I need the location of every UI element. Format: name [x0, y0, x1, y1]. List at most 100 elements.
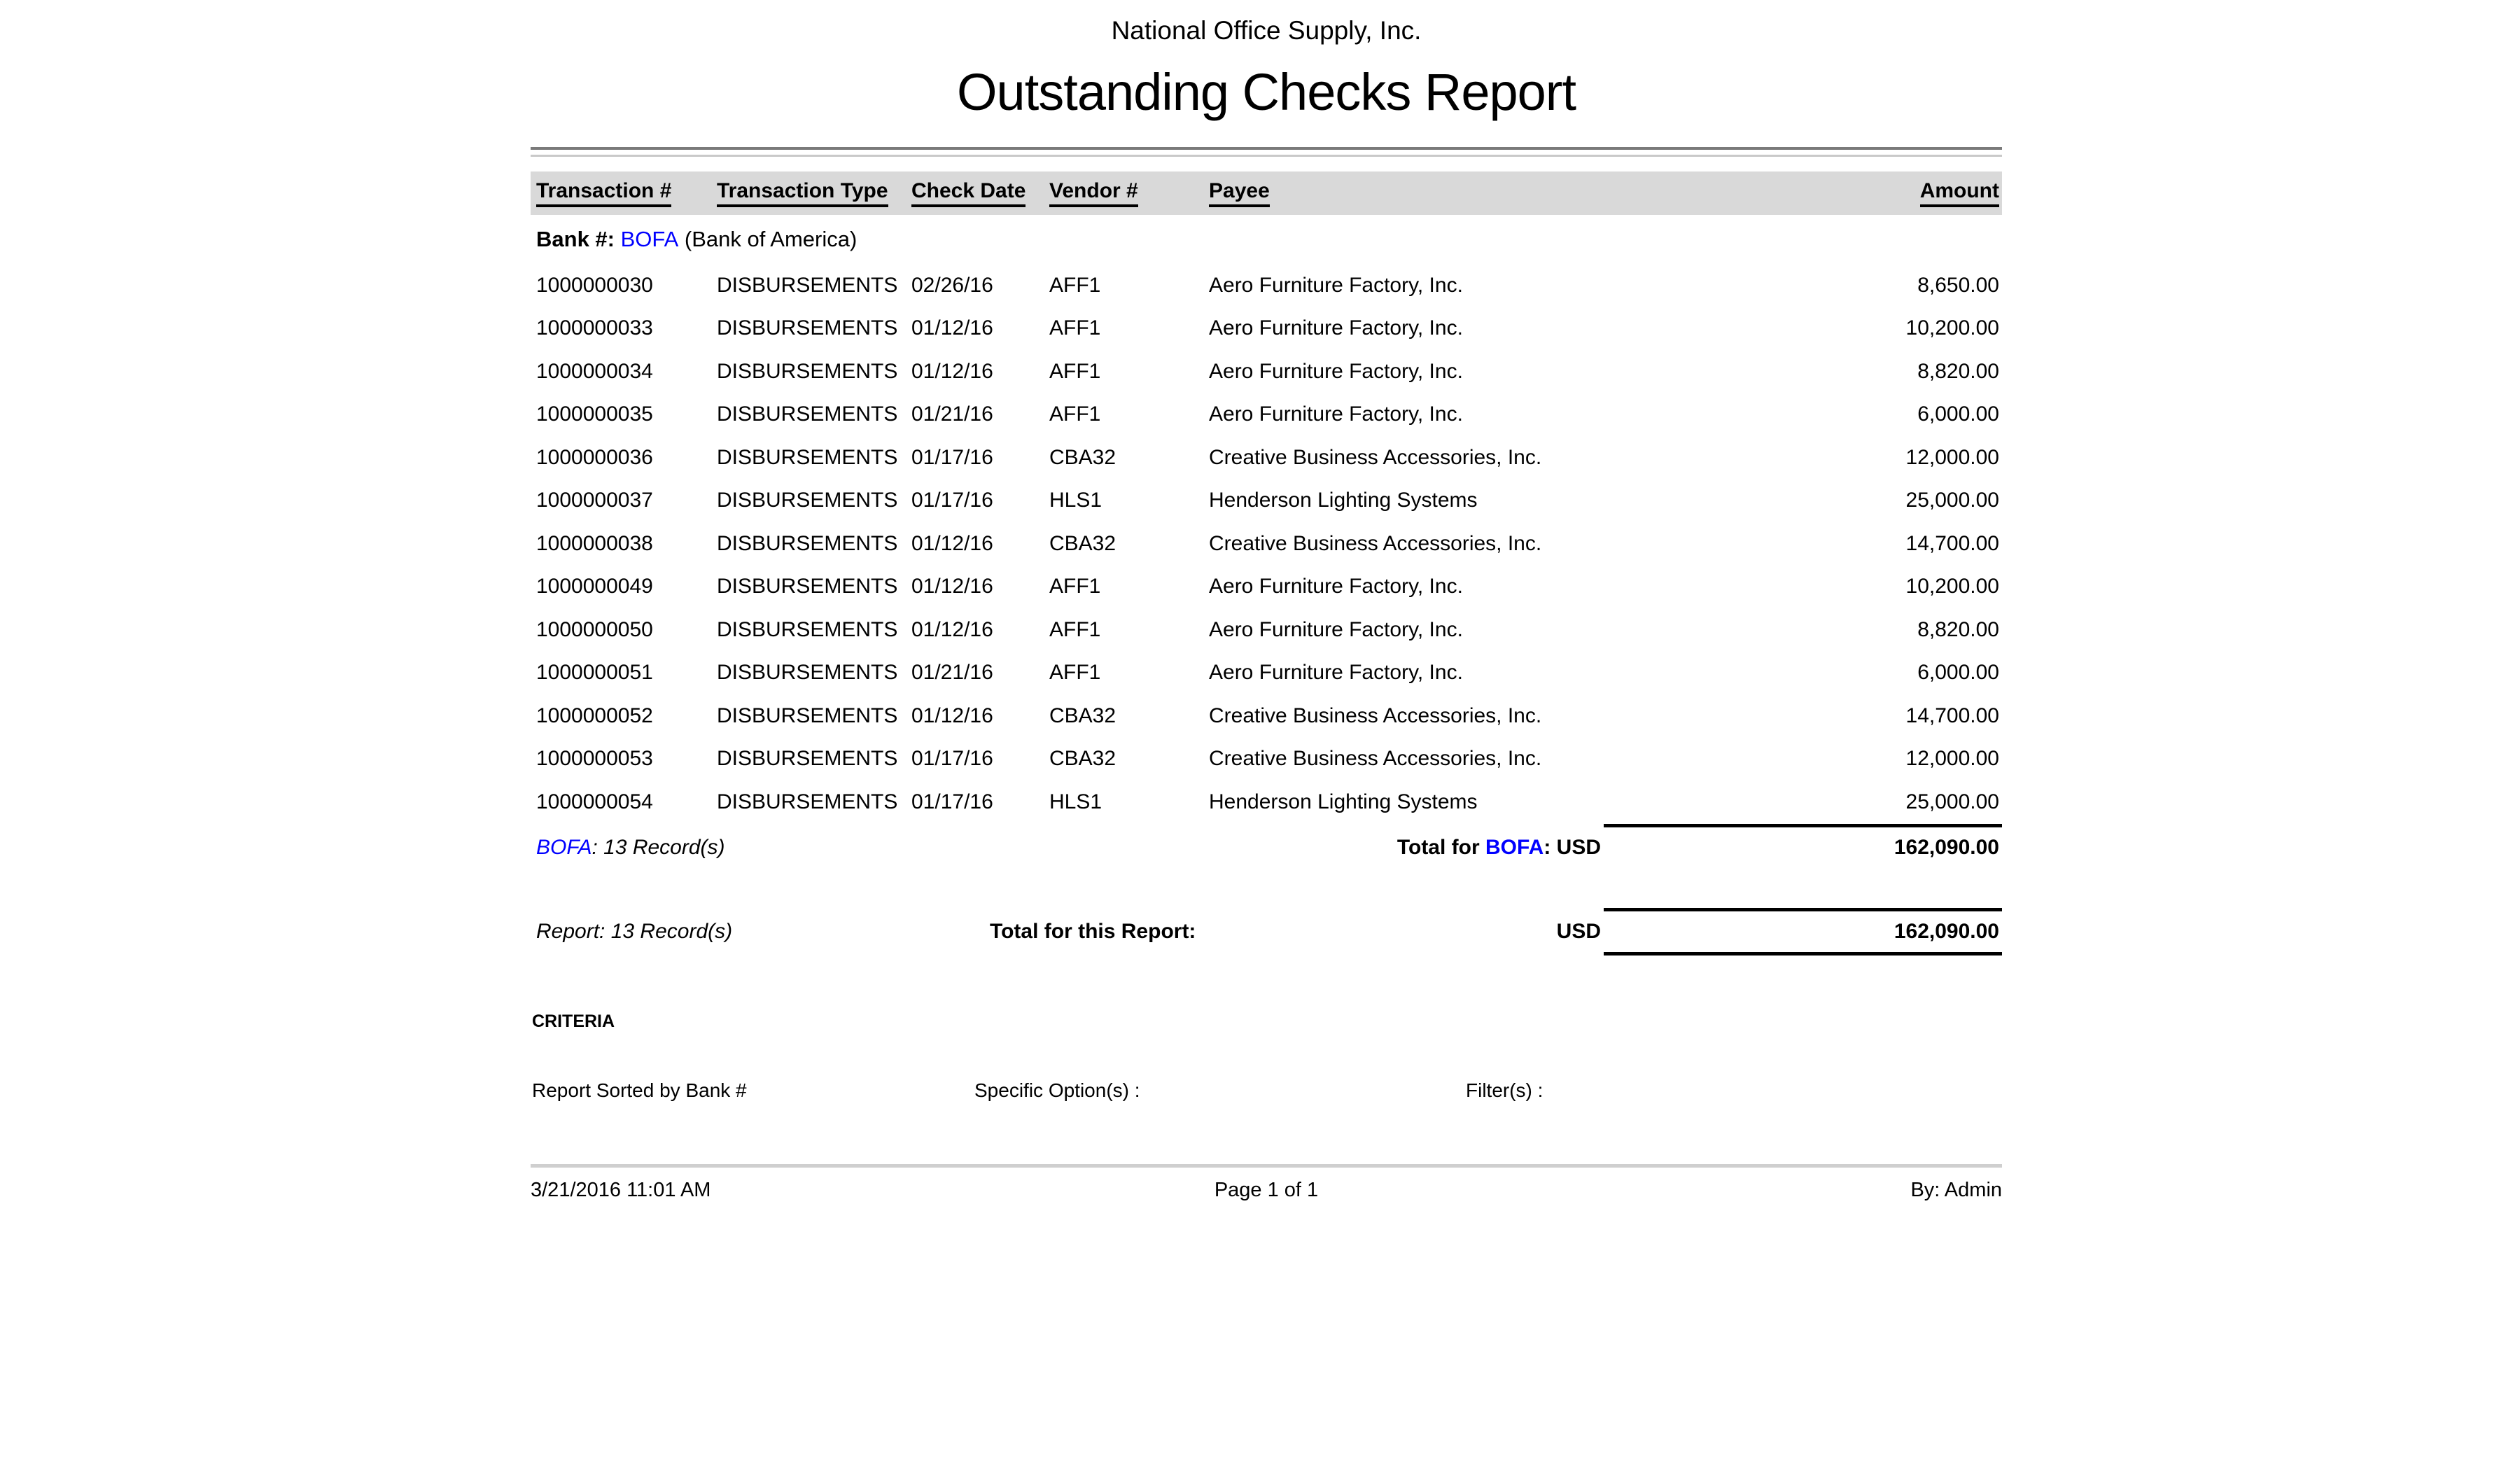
table-row: 1000000054 DISBURSEMENTS 01/17/16 HLS1 H… — [531, 780, 2002, 824]
transaction-number-cell: 1000000050 — [531, 618, 717, 642]
bank-name: (Bank of America) — [678, 227, 857, 252]
table-row: 1000000036 DISBURSEMENTS 01/17/16 CBA32 … — [531, 436, 2002, 479]
spacer — [531, 868, 2002, 908]
table-row: 1000000049 DISBURSEMENTS 01/12/16 AFF1 A… — [531, 566, 2002, 609]
column-header-type[interactable]: Transaction Type — [717, 179, 911, 207]
criteria-specific-options: Specific Option(s) : — [974, 1079, 1140, 1102]
vendor-number-cell: CBA32 — [1049, 704, 1209, 728]
check-date-cell: 01/17/16 — [911, 790, 1049, 814]
table-row: 1000000050 DISBURSEMENTS 01/12/16 AFF1 A… — [531, 608, 2002, 652]
column-header-amount[interactable]: Amount — [1601, 179, 2002, 207]
amount-cell: 8,820.00 — [1601, 360, 2002, 384]
payee-cell: Henderson Lighting Systems — [1209, 790, 1601, 814]
column-header-vendor[interactable]: Vendor # — [1049, 179, 1209, 207]
amount-cell: 25,000.00 — [1601, 489, 2002, 512]
amount-cell: 12,000.00 — [1601, 747, 2002, 771]
transaction-type-cell: DISBURSEMENTS — [717, 704, 911, 728]
page-title: Outstanding Checks Report — [531, 57, 2002, 127]
check-date-cell: 01/12/16 — [911, 360, 1049, 384]
bank-code-link[interactable]: BOFA — [621, 227, 679, 252]
amount-cell: 10,200.00 — [1601, 575, 2002, 598]
amount-cell: 8,820.00 — [1601, 618, 2002, 642]
payee-cell: Aero Furniture Factory, Inc. — [1209, 575, 1601, 598]
transaction-number-cell: 1000000035 — [531, 402, 717, 426]
table-row: 1000000030 DISBURSEMENTS 02/26/16 AFF1 A… — [531, 264, 2002, 307]
column-header-check-date[interactable]: Check Date — [911, 179, 1049, 207]
vendor-number-cell: AFF1 — [1049, 402, 1209, 426]
table-row: 1000000037 DISBURSEMENTS 01/17/16 HLS1 H… — [531, 479, 2002, 523]
footer-page-number: Page 1 of 1 — [1021, 1179, 1512, 1202]
payee-cell: Aero Furniture Factory, Inc. — [1209, 316, 1601, 340]
check-date-cell: 01/17/16 — [911, 489, 1049, 512]
amount-cell: 6,000.00 — [1601, 402, 2002, 426]
criteria-sorted-by: Report Sorted by Bank # — [532, 1079, 747, 1102]
report-total-label: Total for this Report: — [990, 920, 1196, 944]
transaction-type-cell: DISBURSEMENTS — [717, 402, 911, 426]
transaction-type-cell: DISBURSEMENTS — [717, 274, 911, 298]
table-row: 1000000033 DISBURSEMENTS 01/12/16 AFF1 A… — [531, 307, 2002, 351]
vendor-number-cell: AFF1 — [1049, 274, 1209, 298]
transaction-number-cell: 1000000033 — [531, 316, 717, 340]
transaction-number-cell: 1000000054 — [531, 790, 717, 814]
amount-cell: 8,650.00 — [1601, 274, 2002, 298]
transaction-type-cell: DISBURSEMENTS — [717, 446, 911, 470]
table-body: 1000000030 DISBURSEMENTS 02/26/16 AFF1 A… — [531, 264, 2002, 824]
transaction-number-cell: 1000000051 — [531, 661, 717, 685]
group-total-amount: 162,090.00 — [1894, 836, 1999, 860]
transaction-number-cell: 1000000049 — [531, 575, 717, 598]
amount-cell: 10,200.00 — [1601, 316, 2002, 340]
amount-cell: 14,700.00 — [1601, 532, 2002, 556]
title-divider-dark — [531, 147, 2002, 150]
payee-cell: Aero Furniture Factory, Inc. — [1209, 618, 1601, 642]
transaction-number-cell: 1000000037 — [531, 489, 717, 512]
table-row: 1000000051 DISBURSEMENTS 01/21/16 AFF1 A… — [531, 652, 2002, 695]
report-total-currency: USD — [1557, 920, 1601, 944]
transaction-type-cell: DISBURSEMENTS — [717, 790, 911, 814]
bank-group-header: Bank #: BOFA (Bank of America) — [531, 215, 2002, 264]
check-date-cell: 01/12/16 — [911, 532, 1049, 556]
transaction-type-cell: DISBURSEMENTS — [717, 575, 911, 598]
criteria-row: Report Sorted by Bank # Specific Option(… — [531, 1077, 2002, 1104]
transaction-type-cell: DISBURSEMENTS — [717, 316, 911, 340]
group-total-label: Total for BOFA: USD — [1397, 836, 1601, 860]
check-date-cell: 01/21/16 — [911, 661, 1049, 685]
report-total-bottom-rule — [1604, 952, 2002, 955]
check-date-cell: 02/26/16 — [911, 274, 1049, 298]
report-record-count: Report: 13 Record(s) — [536, 920, 732, 944]
payee-cell: Creative Business Accessories, Inc. — [1209, 747, 1601, 771]
vendor-number-cell: AFF1 — [1049, 316, 1209, 340]
payee-cell: Aero Furniture Factory, Inc. — [1209, 661, 1601, 685]
vendor-number-cell: HLS1 — [1049, 790, 1209, 814]
criteria-heading: CRITERIA — [531, 1009, 2002, 1034]
report-total-amount: 162,090.00 — [1894, 920, 1999, 944]
vendor-number-cell: HLS1 — [1049, 489, 1209, 512]
transaction-type-cell: DISBURSEMENTS — [717, 747, 911, 771]
group-bank-code-link[interactable]: BOFA — [536, 836, 592, 859]
transaction-type-cell: DISBURSEMENTS — [717, 360, 911, 384]
bank-number-label: Bank #: — [536, 227, 621, 252]
payee-cell: Aero Furniture Factory, Inc. — [1209, 274, 1601, 298]
footer-user: By: Admin — [1511, 1179, 2002, 1202]
check-date-cell: 01/12/16 — [911, 704, 1049, 728]
criteria-filters: Filter(s) : — [1466, 1079, 1543, 1102]
table-row: 1000000034 DISBURSEMENTS 01/12/16 AFF1 A… — [531, 350, 2002, 393]
transaction-number-cell: 1000000036 — [531, 446, 717, 470]
transaction-number-cell: 1000000038 — [531, 532, 717, 556]
table-row: 1000000035 DISBURSEMENTS 01/21/16 AFF1 A… — [531, 393, 2002, 437]
check-date-cell: 01/17/16 — [911, 446, 1049, 470]
payee-cell: Creative Business Accessories, Inc. — [1209, 532, 1601, 556]
payee-cell: Henderson Lighting Systems — [1209, 489, 1601, 512]
check-date-cell: 01/12/16 — [911, 316, 1049, 340]
company-name: National Office Supply, Inc. — [531, 0, 2002, 48]
group-total-bank-code-link[interactable]: BOFA — [1485, 836, 1544, 859]
report-footer: 3/21/2016 11:01 AM Page 1 of 1 By: Admin — [531, 1178, 2002, 1203]
vendor-number-cell: CBA32 — [1049, 446, 1209, 470]
transaction-type-cell: DISBURSEMENTS — [717, 532, 911, 556]
column-header-payee[interactable]: Payee — [1209, 179, 1601, 207]
payee-cell: Creative Business Accessories, Inc. — [1209, 704, 1601, 728]
check-date-cell: 01/21/16 — [911, 402, 1049, 426]
transaction-type-cell: DISBURSEMENTS — [717, 489, 911, 512]
group-subtotal-row: BOFA: 13 Record(s) Total for BOFA: USD 1… — [531, 827, 2002, 868]
column-header-transaction[interactable]: Transaction # — [531, 179, 717, 207]
footer-divider — [531, 1164, 2002, 1168]
